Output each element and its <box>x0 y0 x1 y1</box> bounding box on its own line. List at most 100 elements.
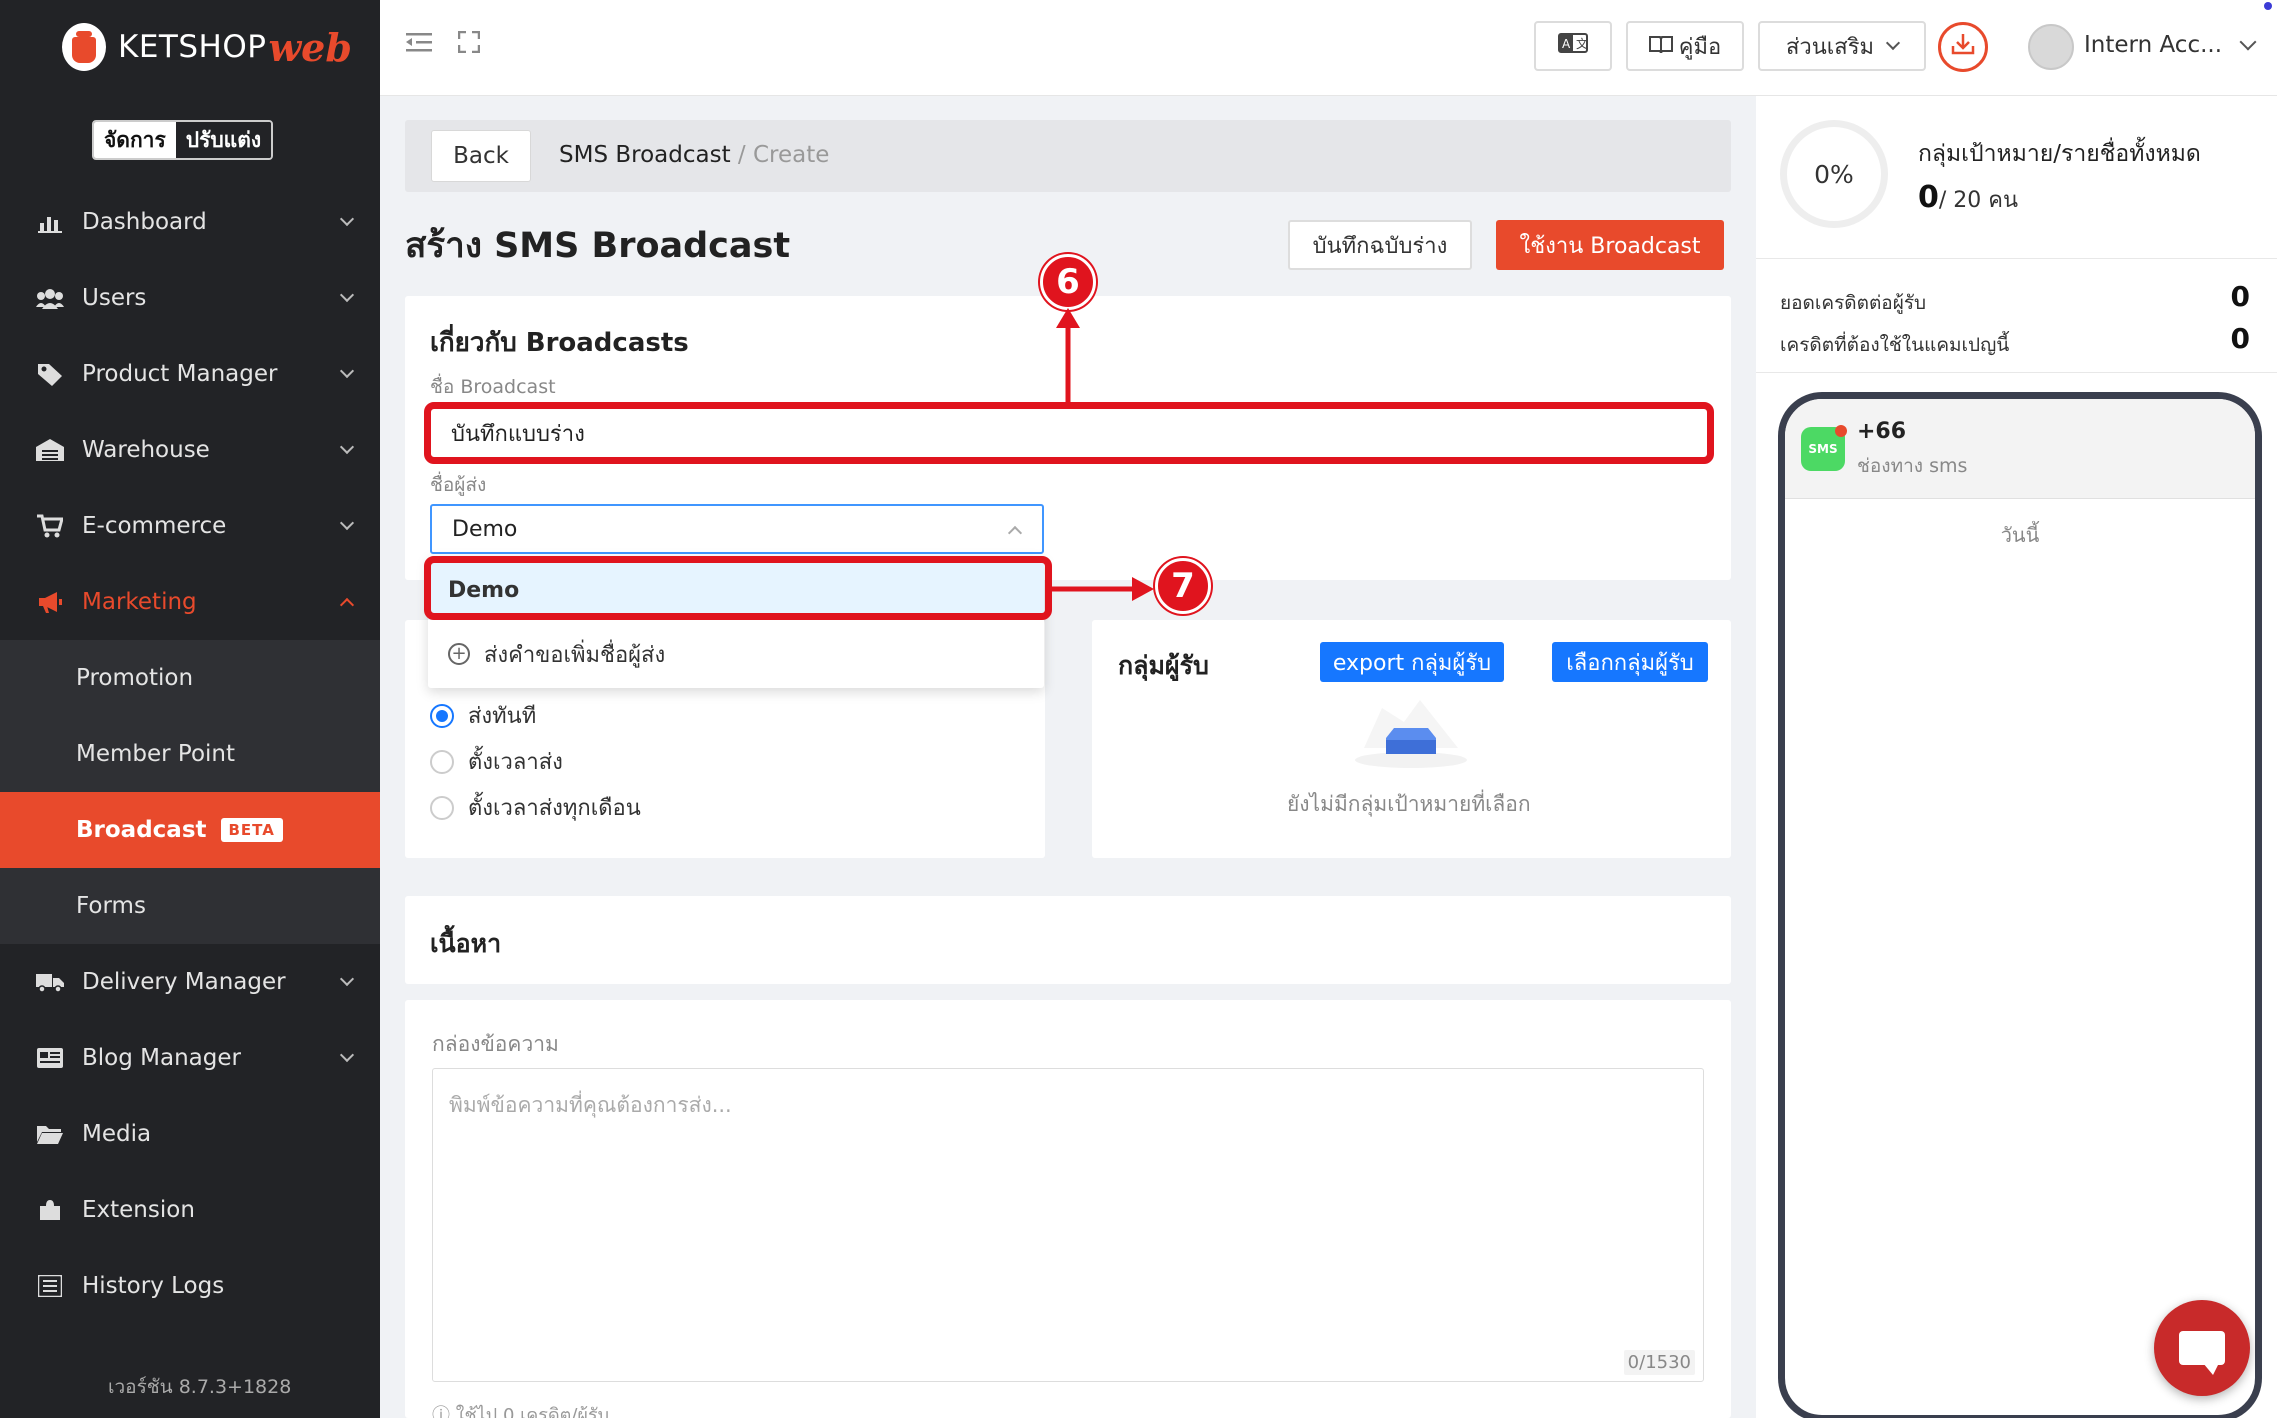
sender-name-label: ชื่อผู้ส่ง <box>430 474 487 496</box>
recipients-empty-text: ยังไม่มีกลุ่มเป้าหมายที่เลือก <box>1287 792 1531 816</box>
sidebar-subitem-promotion[interactable]: Promotion <box>0 640 380 716</box>
addons-label: ส่วนเสริม <box>1785 34 1875 60</box>
export-recipients-button[interactable]: export กลุ่มผู้รับ <box>1320 642 1504 682</box>
sender-name-select[interactable]: Demo <box>430 504 1044 554</box>
target-count-value: 0 <box>1918 180 1939 215</box>
sidebar-subitem-label: Forms <box>76 893 146 919</box>
ketshop-logo[interactable]: KETSHOP web <box>62 22 352 72</box>
annotation-callout-7: 7 <box>1155 558 1211 614</box>
use-broadcast-button[interactable]: ใช้งาน Broadcast <box>1496 220 1724 270</box>
chevron-down-icon <box>339 1047 355 1063</box>
sidebar-subitem-label: Broadcast <box>76 817 207 843</box>
sms-app-icon: SMS <box>1801 425 1847 471</box>
collapse-menu-icon[interactable] <box>404 30 434 60</box>
annotation-arrow-up <box>1056 308 1080 406</box>
sidebar-subitem-forms[interactable]: Forms <box>0 868 380 944</box>
warehouse-icon <box>36 438 64 462</box>
sidebar-item-warehouse[interactable]: Warehouse <box>0 412 380 488</box>
sidebar-item-label: E-commerce <box>82 513 227 539</box>
truck-icon <box>36 970 64 994</box>
user-name[interactable]: Intern Acc... <box>2084 32 2222 58</box>
radio-selected[interactable] <box>430 703 454 728</box>
schedule-option-now[interactable]: ส่งทันที <box>430 698 536 733</box>
schedule-option-label: ตั้งเวลาส่ง <box>468 750 563 775</box>
sidebar-item-delivery-manager[interactable]: Delivery Manager <box>0 944 380 1020</box>
list-icon <box>36 1274 64 1298</box>
mode-manage-tab[interactable]: จัดการ <box>94 122 176 158</box>
sidebar-item-history-logs[interactable]: History Logs <box>0 1248 380 1324</box>
mode-customize-tab[interactable]: ปรับแต่ง <box>175 122 272 158</box>
fullscreen-icon[interactable] <box>454 30 484 60</box>
sidebar-nav: Dashboard Users Product Manager Warehous… <box>0 184 380 1324</box>
sidebar-subitem-label: Member Point <box>76 741 236 767</box>
breadcrumb-section[interactable]: SMS Broadcast <box>559 142 731 168</box>
mode-toggle: จัดการ ปรับแต่ง <box>92 120 274 160</box>
sidebar-item-label: Users <box>82 285 147 311</box>
recipients-title: กลุ่มผู้รับ <box>1118 651 1209 680</box>
breadcrumb: Back SMS Broadcast / Create <box>405 120 1731 192</box>
sidebar-subitem-member-point[interactable]: Member Point <box>0 716 380 792</box>
phone-preview: SMS +66 ช่องทาง sms วันนี้ <box>1778 392 2262 1418</box>
download-button[interactable] <box>1938 22 1988 72</box>
annotation-highlight-sender <box>424 556 1052 620</box>
breadcrumb-trail: SMS Broadcast / Create <box>559 142 829 168</box>
divider <box>1756 372 2277 373</box>
schedule-option-monthly[interactable]: ตั้งเวลาส่งทุกเดือน <box>430 790 641 825</box>
empty-inbox-icon <box>1352 690 1470 770</box>
manual-button[interactable]: คู่มือ <box>1626 21 1744 71</box>
chevron-down-icon <box>339 363 355 379</box>
request-sender-label: ส่งคำขอเพิ่มชื่อผู้ส่ง <box>484 642 666 668</box>
tag-icon <box>36 362 64 386</box>
download-icon <box>1951 32 1975 62</box>
svg-text:文: 文 <box>1576 36 1588 51</box>
radio[interactable] <box>430 795 454 820</box>
breadcrumb-separator: / <box>737 142 746 168</box>
book-icon <box>1648 34 1673 59</box>
target-count-total: / 20 คน <box>1938 188 2019 213</box>
request-sender-option[interactable]: + ส่งคำขอเพิ่มชื่อผู้ส่ง <box>428 624 1044 684</box>
schedule-option-label: ส่งทันที <box>468 704 537 729</box>
avatar[interactable] <box>2028 24 2074 70</box>
blog-icon <box>36 1046 64 1070</box>
select-recipients-button[interactable]: เลือกกลุ่มผู้รับ <box>1552 642 1708 682</box>
phone-number: +66 <box>1857 419 1907 444</box>
sidebar-item-media[interactable]: Media <box>0 1096 380 1172</box>
language-button[interactable]: A文 <box>1534 21 1612 71</box>
campaign-credit-label: เครดิตที่ต้องใช้ในแคมเปญนี้ <box>1780 334 2010 356</box>
credit-per-recipient-row: ยอดเครดิตต่อผู้รับ 0 <box>1780 280 2250 318</box>
sidebar-item-product-manager[interactable]: Product Manager <box>0 336 380 412</box>
chevron-down-icon <box>339 287 355 303</box>
chevron-down-icon <box>339 515 355 531</box>
svg-text:A: A <box>1562 37 1571 51</box>
sidebar-subitem-label: Promotion <box>76 665 194 691</box>
translate-icon: A文 <box>1558 33 1588 59</box>
chevron-down-icon[interactable] <box>2239 33 2257 51</box>
manual-label: คู่มือ <box>1678 34 1722 60</box>
radio[interactable] <box>430 749 454 774</box>
chevron-down-icon <box>339 211 355 227</box>
back-button[interactable]: Back <box>431 130 531 182</box>
chat-bubble-icon <box>2179 1331 2225 1375</box>
sidebar-item-users[interactable]: Users <box>0 260 380 336</box>
message-box-label: กล่องข้อความ <box>432 1032 559 1056</box>
save-draft-button[interactable]: บันทึกฉบับร่าง <box>1288 220 1472 270</box>
sidebar-item-label: Dashboard <box>82 209 207 235</box>
chat-button[interactable] <box>2154 1300 2250 1396</box>
message-textarea[interactable]: พิมพ์ข้อความที่คุณต้องการส่ง... 0/1530 <box>432 1068 1704 1382</box>
sidebar-subitem-broadcast[interactable]: Broadcast BETA <box>0 792 380 868</box>
sidebar-item-blog-manager[interactable]: Blog Manager <box>0 1020 380 1096</box>
beta-badge: BETA <box>220 818 283 842</box>
progress-ring: 0% <box>1780 120 1888 228</box>
sidebar-item-label: Media <box>82 1121 152 1147</box>
sidebar-item-dashboard[interactable]: Dashboard <box>0 184 380 260</box>
sidebar-item-ecommerce[interactable]: E-commerce <box>0 488 380 564</box>
ketshop-logo-icon <box>62 23 106 71</box>
breadcrumb-current: Create <box>752 142 830 168</box>
schedule-option-later[interactable]: ตั้งเวลาส่ง <box>430 744 563 779</box>
sidebar-item-extension[interactable]: Extension <box>0 1172 380 1248</box>
page-title: สร้าง SMS Broadcast <box>405 226 791 266</box>
chevron-up-icon <box>1007 525 1023 541</box>
phone-header: SMS +66 ช่องทาง sms <box>1785 399 2255 499</box>
addons-dropdown[interactable]: ส่วนเสริม <box>1758 21 1926 71</box>
sidebar-item-marketing[interactable]: Marketing <box>0 564 380 640</box>
